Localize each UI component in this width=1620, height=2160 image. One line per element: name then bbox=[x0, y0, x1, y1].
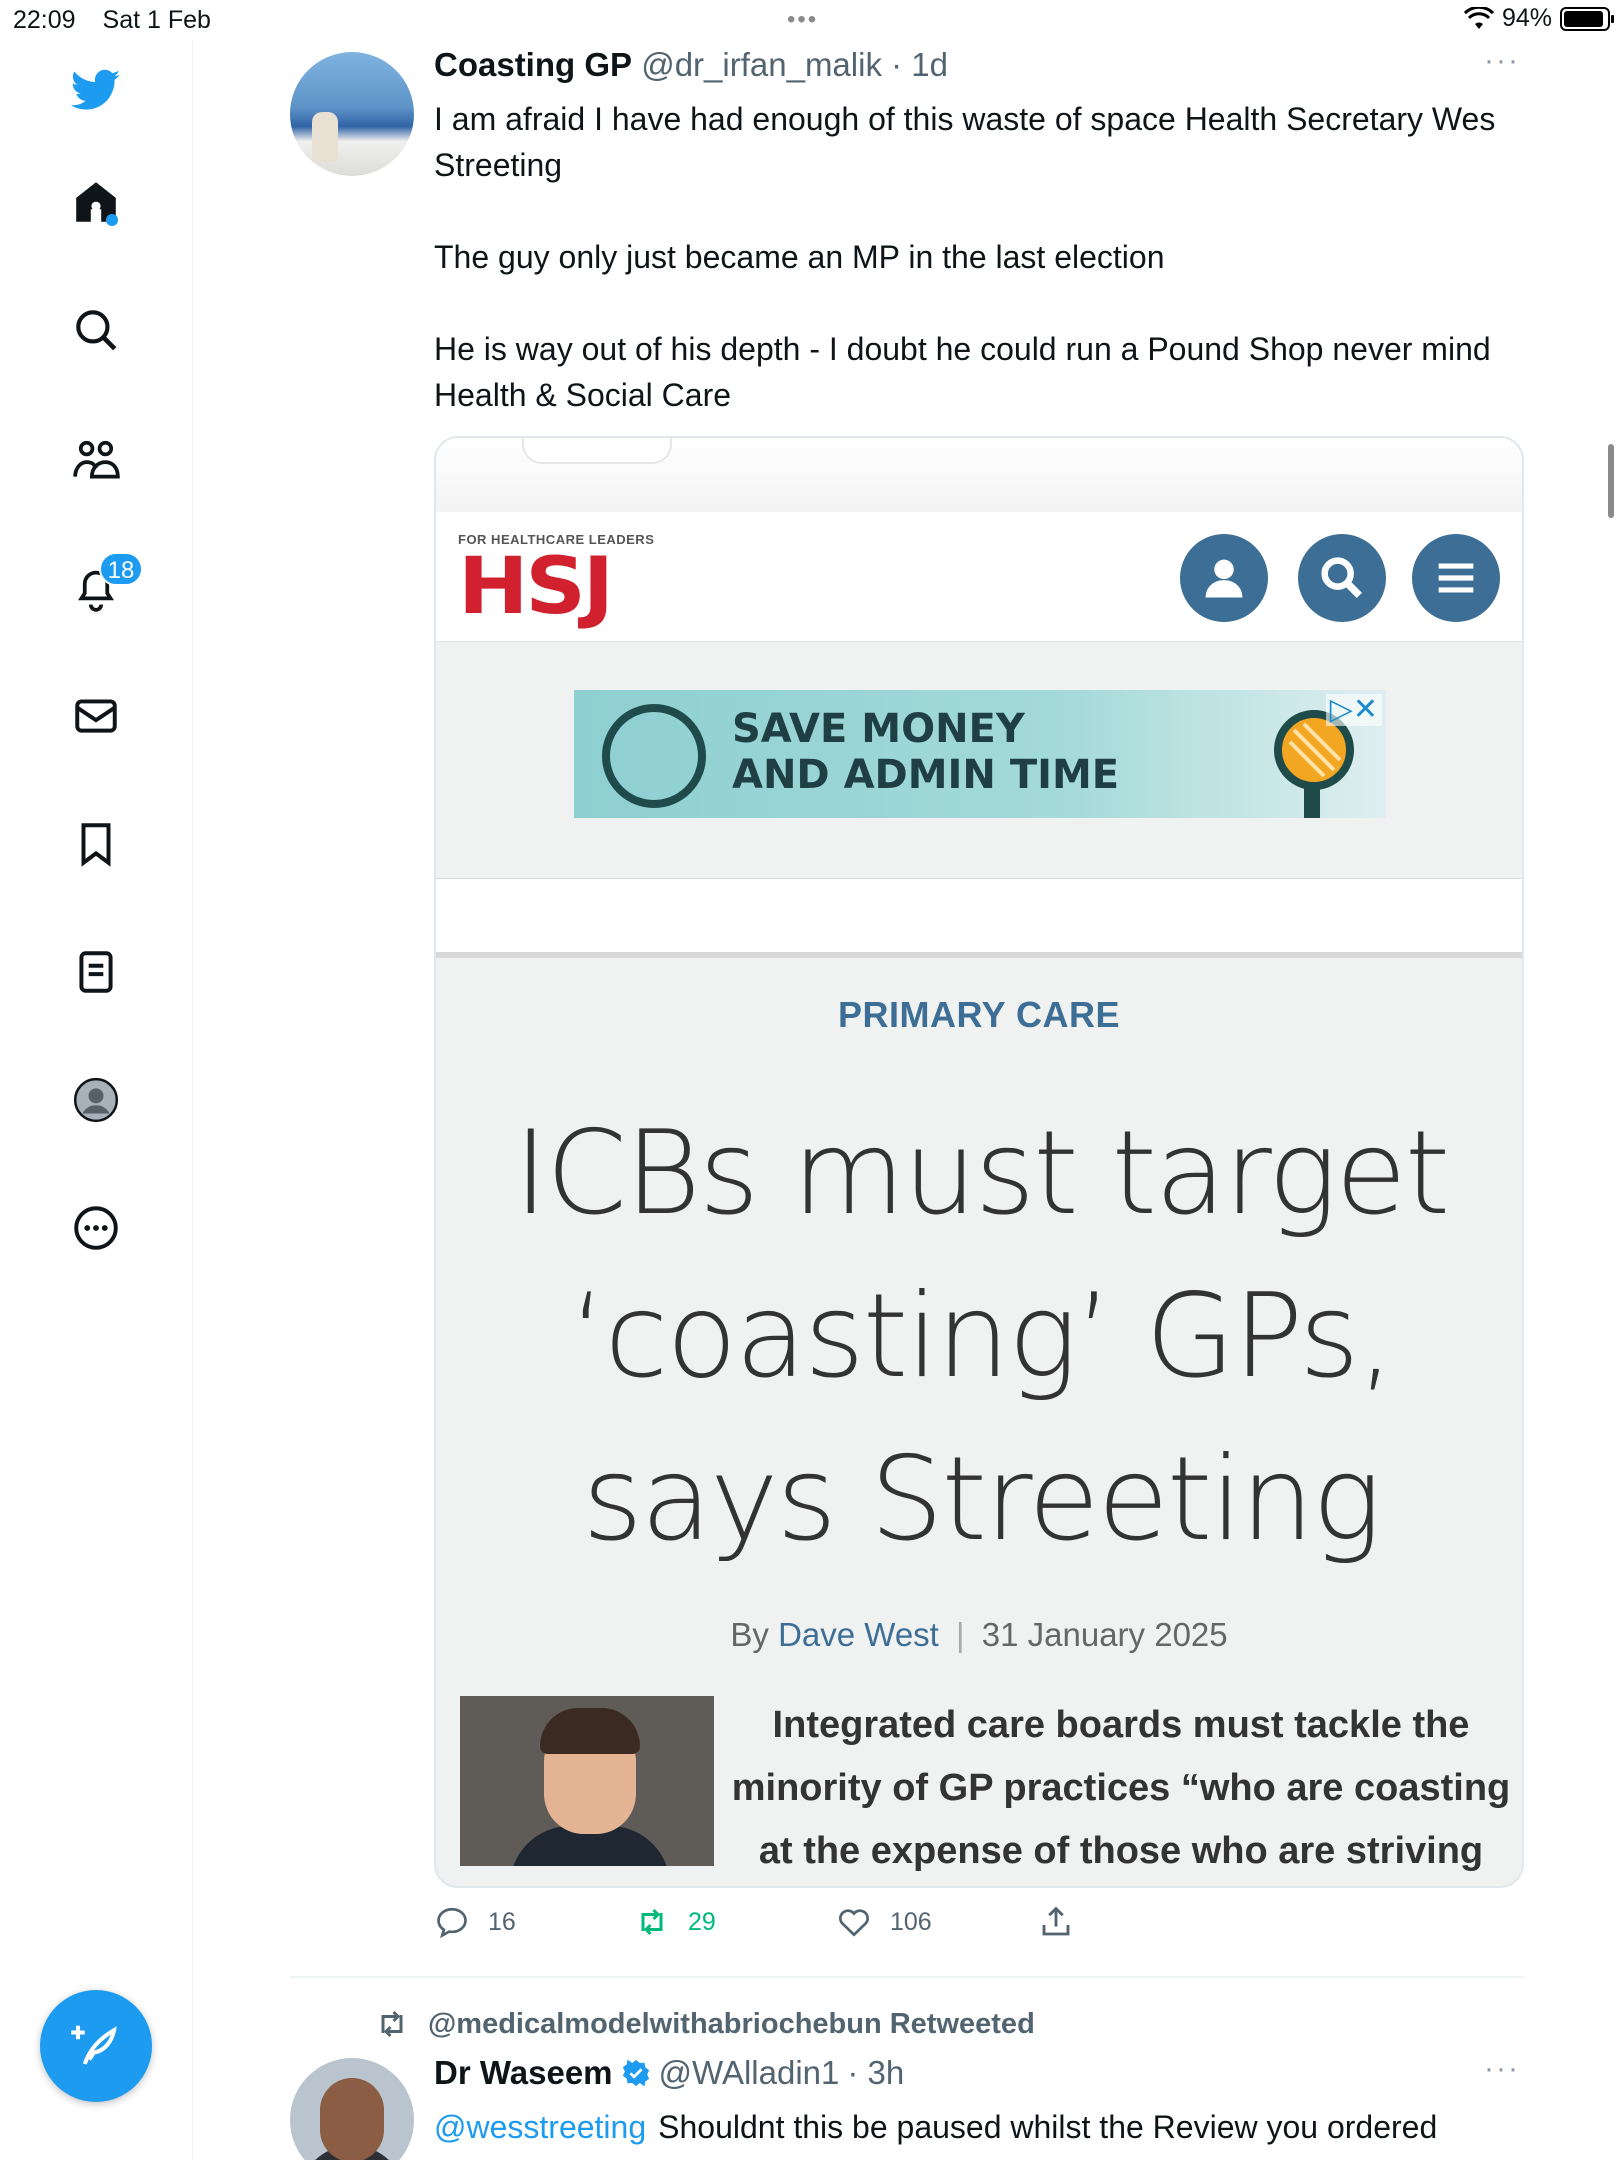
tweet2-author-name[interactable]: Dr Waseem bbox=[434, 2054, 613, 2092]
list-icon[interactable] bbox=[60, 936, 132, 1008]
battery-percent: 94% bbox=[1501, 4, 1552, 32]
share-button[interactable] bbox=[1038, 1904, 1074, 1940]
battery-icon bbox=[1560, 6, 1614, 31]
tweet2-author-avatar[interactable] bbox=[290, 2058, 414, 2160]
reply-button[interactable]: 16 bbox=[434, 1904, 516, 1940]
bookmark-icon[interactable] bbox=[60, 808, 132, 880]
tweet2-more-button[interactable]: ··· bbox=[1484, 2052, 1520, 2086]
ad-line-2: AND ADMIN TIME bbox=[732, 752, 1120, 798]
sidebar-nav: 18 bbox=[0, 40, 193, 2160]
heart-icon bbox=[839, 1909, 869, 1937]
tweet-media-card[interactable]: FOR HEALTHCARE LEADERS HSJ SAVE MONEY AN… bbox=[434, 436, 1524, 1888]
ad-close-icon: ▷✕ bbox=[1325, 694, 1382, 726]
status-time: 22:09 bbox=[13, 6, 76, 34]
ad-text: SAVE MONEY AND ADMIN TIME bbox=[732, 706, 1119, 798]
tweet-text: I am afraid I have had enough of this wa… bbox=[434, 96, 1514, 418]
hsj-logo: HSJ bbox=[458, 542, 614, 632]
author-name[interactable]: Coasting GP bbox=[434, 46, 632, 83]
mention-link[interactable]: @wesstreeting bbox=[434, 2109, 646, 2145]
hamburger-menu-icon bbox=[1412, 534, 1500, 622]
people-icon[interactable] bbox=[60, 424, 132, 496]
verified-badge-icon bbox=[622, 2059, 649, 2087]
share-icon bbox=[1042, 1906, 1070, 1936]
tweet2-header: Dr Waseem @WAlladin1 · 3h bbox=[434, 2054, 904, 2092]
tweet-text-line: He is way out of his depth - I doubt he … bbox=[434, 331, 1500, 413]
retweeted-by-row[interactable]: @medicalmodelwithabriochebun Retweeted bbox=[374, 2006, 1035, 2042]
tweet-header: Coasting GP @dr_irfan_malik · 1d bbox=[434, 46, 948, 84]
reply-icon bbox=[437, 1907, 467, 1939]
tweet-more-button[interactable]: ··· bbox=[1484, 44, 1520, 78]
like-button[interactable]: 106 bbox=[836, 1904, 932, 1940]
magnifier-document-icon bbox=[602, 704, 706, 808]
hsj-search-icon bbox=[1298, 534, 1386, 622]
wifi-icon bbox=[1463, 6, 1494, 29]
more-circle-icon[interactable] bbox=[60, 1192, 132, 1264]
multitasking-dots[interactable]: ••• bbox=[787, 6, 818, 34]
article-lede: Integrated care boards must tackle the m… bbox=[731, 1704, 1511, 1872]
browser-top-strip bbox=[436, 438, 1522, 512]
advertisement-banner: SAVE MONEY AND ADMIN TIME ▷✕ bbox=[574, 690, 1386, 818]
tweet-actions: 16 29 106 bbox=[434, 1904, 1134, 1948]
tweet-author-avatar[interactable] bbox=[290, 52, 414, 176]
tweet-divider bbox=[290, 1976, 1524, 1978]
retweet-button[interactable]: 29 bbox=[634, 1904, 716, 1940]
article-byline: By Dave West | 31 January 2025 bbox=[436, 1616, 1522, 1654]
avatar-icon[interactable] bbox=[60, 1064, 132, 1136]
reply-count: 16 bbox=[488, 1907, 516, 1936]
byline-by: By bbox=[730, 1616, 769, 1653]
ad-line-1: SAVE MONEY bbox=[732, 706, 1025, 752]
search-icon[interactable] bbox=[60, 294, 132, 366]
home-icon[interactable] bbox=[60, 166, 132, 238]
tweet-text-line: The guy only just became an MP in the la… bbox=[434, 239, 1165, 275]
hsj-header: FOR HEALTHCARE LEADERS HSJ bbox=[436, 512, 1522, 642]
notification-badge: 18 bbox=[99, 552, 143, 586]
article-photo bbox=[460, 1696, 714, 1866]
home-unread-dot bbox=[106, 214, 118, 226]
user-icon bbox=[1180, 534, 1268, 622]
tweet-text-line: I am afraid I have had enough of this wa… bbox=[434, 101, 1505, 183]
mail-icon[interactable] bbox=[60, 680, 132, 752]
byline-date: 31 January 2025 bbox=[981, 1616, 1228, 1653]
retweeted-by-text: @medicalmodelwithabriochebun Retweeted bbox=[428, 2007, 1035, 2040]
tweet2-body: Shouldnt this be paused whilst the Revie… bbox=[658, 2109, 1438, 2145]
article-headline: ICBs must target ‘coasting’ GPs, says St… bbox=[513, 1106, 1450, 1567]
status-bar: 22:09 Sat 1 Feb ••• 94% bbox=[0, 0, 1620, 40]
status-time-date: 22:09 Sat 1 Feb bbox=[13, 6, 231, 35]
retweet-count: 29 bbox=[688, 1907, 716, 1936]
bird-icon[interactable] bbox=[60, 54, 132, 126]
tweet2-author-handle[interactable]: @WAlladin1 bbox=[659, 2054, 840, 2092]
compose-button[interactable] bbox=[40, 1990, 152, 2102]
tweet2-time[interactable]: · 3h bbox=[847, 2054, 904, 2092]
card-blank-strip bbox=[436, 878, 1522, 958]
retweet-small-icon bbox=[381, 2010, 403, 2038]
tweet2-text: @wesstreeting Shouldnt this be paused whi… bbox=[434, 2104, 1524, 2150]
retweet-icon bbox=[641, 1908, 663, 1936]
tweet-time[interactable]: · 1d bbox=[891, 46, 948, 83]
status-right: 94% bbox=[1463, 4, 1614, 33]
status-date: Sat 1 Feb bbox=[102, 6, 211, 34]
scrollbar[interactable] bbox=[1608, 444, 1614, 518]
author-handle[interactable]: @dr_irfan_malik bbox=[641, 46, 882, 83]
byline-separator: | bbox=[956, 1616, 965, 1653]
byline-author: Dave West bbox=[778, 1616, 939, 1653]
like-count: 106 bbox=[890, 1907, 932, 1936]
article-section: PRIMARY CARE bbox=[837, 994, 1121, 1035]
feather-plus-icon bbox=[71, 2025, 117, 2065]
